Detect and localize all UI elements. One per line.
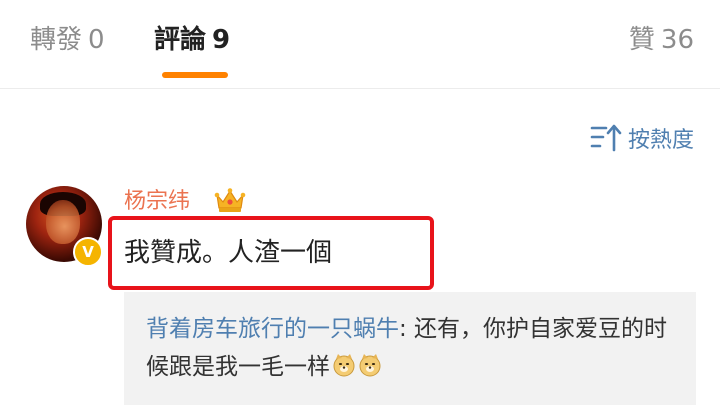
tab-comments-label: 評論 bbox=[154, 25, 207, 55]
tab-likes[interactable]: 贊 36 bbox=[629, 22, 694, 58]
tab-likes-count: 36 bbox=[660, 25, 694, 55]
sort-by-hot-button[interactable]: 按熱度 bbox=[590, 122, 694, 154]
tab-reposts[interactable]: 轉發 0 bbox=[30, 22, 105, 58]
reply-separator: : bbox=[399, 316, 407, 342]
tab-likes-label: 贊 bbox=[628, 25, 655, 55]
sort-icon bbox=[590, 124, 622, 152]
verified-v-icon: V bbox=[73, 237, 103, 267]
comment-username[interactable]: 杨宗纬 bbox=[124, 187, 190, 217]
tab-comments[interactable]: 評論 9 bbox=[154, 22, 230, 58]
tab-reposts-count: 0 bbox=[88, 25, 105, 55]
reply-box[interactable]: 背着房车旅行的一只蜗牛: 还有，你护自家爱豆的时候跟是我一毛一样 bbox=[124, 292, 696, 405]
reply-content: 背着房车旅行的一只蜗牛: 还有，你护自家爱豆的时候跟是我一毛一样 bbox=[146, 310, 676, 386]
doge-emoji-icon bbox=[359, 354, 381, 377]
tab-reposts-label: 轉發 bbox=[30, 25, 83, 55]
highlight-box bbox=[108, 216, 434, 290]
tab-bar: 轉發 0 評論 9 贊 36 bbox=[0, 0, 720, 89]
sort-label: 按熱度 bbox=[627, 128, 694, 153]
crown-icon[interactable] bbox=[214, 186, 246, 214]
reply-author[interactable]: 背着房车旅行的一只蜗牛 bbox=[146, 316, 399, 342]
doge-emoji-icon bbox=[333, 354, 355, 377]
tab-comments-count: 9 bbox=[212, 25, 231, 55]
active-tab-indicator bbox=[162, 72, 228, 78]
